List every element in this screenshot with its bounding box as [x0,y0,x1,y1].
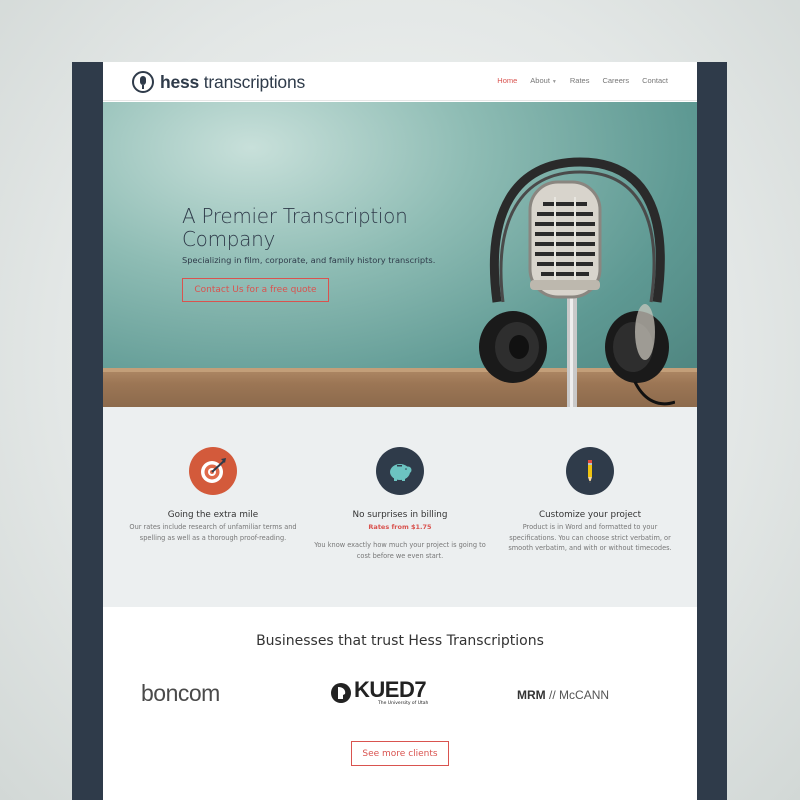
rates-highlight: Rates from $1.75 [368,523,432,531]
feature-description: Our rates include research of unfamiliar… [129,523,297,542]
chevron-down-icon: ▼ [551,79,557,85]
main-nav: Home About ▼ Rates Careers Contact [497,76,668,85]
target-icon [189,447,237,495]
kued-subtext: The University of Utah [378,701,429,706]
mrm-wordmark: MRM [517,688,546,702]
nav-item-about-label: About [530,76,550,85]
site-header: hess transcriptions Home About ▼ Rates Ca… [103,62,697,101]
website: hess transcriptions Home About ▼ Rates Ca… [103,62,697,800]
kued-wordmark: KUED7 [354,677,427,702]
nav-item-rates[interactable]: Rates [570,76,590,85]
microphone-logo-icon [132,71,154,93]
brand-name-bold: hess [160,71,200,92]
feature-title: Customize your project [538,510,642,520]
features-section: Going the extra mile Our rates include r… [103,407,697,607]
feature-title: Going the extra mile [167,510,259,520]
mccann-wordmark: McCANN [559,688,610,702]
nav-item-contact[interactable]: Contact [642,76,668,85]
hero-subtitle: Specializing in film, corporate, and fam… [182,255,436,265]
hero-banner: A Premier Transcription Company Speciali… [103,102,697,407]
feature-description: Product is in Word and formatted to your… [508,523,672,552]
brand-name: hess transcriptions [160,72,305,93]
client-logo-kued: KUED7 The University of Utah [330,679,428,706]
feature-card: Going the extra mile Our rates include r… [123,447,303,543]
piggy-bank-icon [376,447,424,495]
client-logo-boncom: boncom [141,680,220,706]
pbs-head-icon [331,682,351,703]
see-more-clients-button[interactable]: See more clients [351,741,449,766]
feature-description: You know exactly how much your project i… [314,541,486,560]
brand-logo[interactable]: hess transcriptions [132,69,305,95]
clients-heading: Businesses that trust Hess Transcription… [256,633,544,649]
feature-card: No surprises in billing Rates from $1.75… [310,447,490,561]
brand-name-light: transcriptions [203,71,306,92]
contact-quote-button[interactable]: Contact Us for a free quote [182,278,329,302]
feature-card: Customize your project Product is in Wor… [500,447,680,554]
nav-item-about[interactable]: About ▼ [530,76,557,85]
pencil-icon [566,447,614,495]
feature-title: No surprises in billing [352,510,448,520]
nav-item-careers[interactable]: Careers [602,76,629,85]
microphone-headphones-image [479,157,675,407]
logo-separator: // [549,688,556,702]
client-logo-mrm-mccann: MRM // McCANN [517,688,609,702]
nav-item-home[interactable]: Home [497,76,517,85]
hero-title: A Premier Transcription Company [182,204,408,251]
